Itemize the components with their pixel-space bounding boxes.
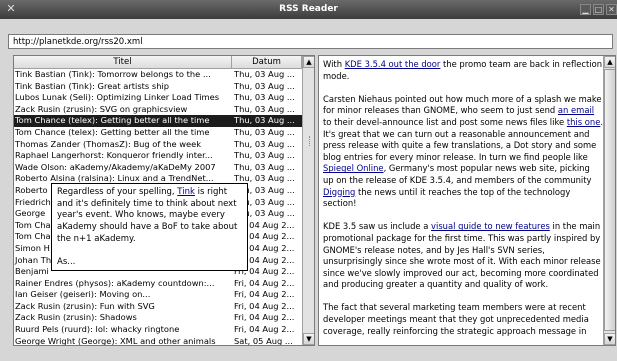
item-title: Rainer Endres (physos): aKademy countdow… — [15, 277, 215, 288]
item-title: Zack Rusin (zrusin): Fun with SVG — [15, 300, 155, 311]
scroll-up-arrow-icon[interactable]: ▲ — [303, 56, 314, 68]
article-paragraph: Carsten Niehaus pointed out how much mor… — [323, 94, 603, 210]
item-title: Ruurd Pels (ruurd): lol: whacky ringtone — [15, 324, 180, 335]
tooltip-footer: As... — [57, 256, 76, 267]
item-title: Tink Bastian (Tink): Tomorrow belongs to… — [15, 69, 211, 79]
column-header-date[interactable]: Datum — [232, 56, 302, 69]
item-date: Thu, 03 Aug ... — [234, 115, 295, 126]
scroll-down-arrow-icon[interactable]: ▼ — [303, 333, 314, 345]
item-title: Thomas Zander (ThomasZ): Bug of the week — [15, 138, 201, 149]
minimize-button[interactable]: ▁ — [580, 4, 591, 15]
splitter-grip-icon[interactable] — [309, 136, 313, 146]
item-date: Sat, 05 Aug ... — [234, 335, 293, 346]
article-link[interactable]: Spiegel Online — [323, 163, 384, 173]
item-tooltip: Regardless of your spelling, Tink is rig… — [51, 183, 248, 271]
list-item[interactable]: Thomas Zander (ThomasZ): Bug of the week… — [14, 139, 302, 151]
list-item[interactable]: Zack Rusin (zrusin): SVG on graphicsview… — [14, 104, 302, 116]
maximize-button[interactable]: □ — [593, 4, 604, 15]
item-title: Tink Bastian (Tink): Great artists ship — [15, 80, 170, 91]
item-date: Thu, 03 Aug ... — [234, 161, 295, 172]
close-button[interactable]: ✕ — [606, 4, 617, 15]
article-content: With KDE 3.5.4 out the door the promo te… — [323, 59, 603, 345]
item-date: Fri, 04 Aug 2... — [234, 312, 295, 323]
article-link[interactable]: KDE 3.5.4 out the door — [345, 59, 441, 69]
item-date: Thu, 03 Aug ... — [234, 103, 295, 114]
article-link[interactable]: visual guide to new features — [431, 221, 550, 231]
list-header: Titel Datum — [14, 56, 302, 69]
column-header-title[interactable]: Titel — [14, 56, 232, 69]
list-item[interactable]: Rainer Endres (physos): aKademy countdow… — [14, 278, 302, 290]
item-title: Zack Rusin (zrusin): SVG on graphicsview — [15, 103, 188, 114]
item-date: Fri, 04 Aug 2... — [234, 300, 295, 311]
list-item[interactable]: Wade Olson: aKademy/Akademy/aKaDeMy 2007… — [14, 162, 302, 174]
article-link[interactable]: this one — [567, 117, 601, 127]
scroll-down-arrow-icon[interactable]: ▼ — [604, 333, 615, 345]
item-title: Ian Geiser (geiseri): Moving on... — [15, 289, 151, 300]
article-text: the news until it reaches the top of the… — [323, 186, 571, 209]
tooltip-text: Regardless of your spelling, — [57, 187, 178, 197]
list-item[interactable]: Ian Geiser (geiseri): Moving on... Fri, 0… — [14, 289, 302, 301]
item-title: Wade Olson: aKademy/Akademy/aKaDeMy 2007 — [15, 161, 216, 172]
list-item[interactable]: Zack Rusin (zrusin): Fun with SVG Fri, 04… — [14, 301, 302, 313]
article-paragraph: KDE 3.5 saw us include a visual guide to… — [323, 221, 603, 291]
list-item[interactable]: Tom Chance (telex): Getting better all t… — [14, 127, 302, 139]
item-date: Fri, 04 Aug 2... — [234, 277, 295, 288]
item-title: George Wright (George): XML and other an… — [15, 335, 216, 346]
list-item[interactable]: Tom Chance (telex): Getting better all t… — [14, 115, 302, 127]
article-link[interactable]: Digging — [323, 187, 355, 197]
list-item[interactable]: Ruurd Pels (ruurd): lol: whacky ringtone… — [14, 324, 302, 336]
item-date: Thu, 03 Aug ... — [234, 138, 295, 149]
list-item[interactable]: Tink Bastian (Tink): Great artists ship T… — [14, 81, 302, 93]
window-titlebar[interactable]: ✕ RSS Reader ▁ □ ✕ — [0, 0, 617, 19]
item-date: Thu, 03 Aug ... — [234, 69, 295, 79]
item-date: Fri, 04 Aug 2... — [234, 324, 295, 335]
item-title: Raphael Langerhorst: Konqueror friendly … — [15, 150, 213, 161]
article-link[interactable]: an email — [558, 105, 594, 115]
list-item[interactable]: George Wright (George): XML and other an… — [14, 335, 302, 346]
item-date: Fri, 04 Aug 2... — [234, 289, 295, 300]
item-title: Zack Rusin (zrusin): Shadows — [15, 312, 137, 323]
item-date: Thu, 03 Aug ... — [234, 150, 295, 161]
tooltip-link: Tink — [177, 187, 195, 197]
article-text: KDE 3.5 saw us include a — [323, 221, 432, 232]
list-item[interactable]: Tink Bastian (Tink): Tomorrow belongs to… — [14, 69, 302, 81]
article-view[interactable]: With KDE 3.5.4 out the door the promo te… — [318, 55, 616, 346]
article-text: in the main promotional package for the … — [323, 221, 601, 290]
article-text: With — [323, 59, 345, 69]
list-item[interactable]: Lubos Lunak (Seli): Optimizing Linker Lo… — [14, 92, 302, 104]
item-date: Thu, 03 Aug ... — [234, 126, 295, 137]
item-title: Tom Chance (telex): Getting better all t… — [15, 126, 210, 137]
item-title: Lubos Lunak (Seli): Optimizing Linker Lo… — [15, 92, 220, 103]
article-scrollbar[interactable]: ▲ ▼ — [603, 56, 615, 345]
article-paragraph: The fact that several marketing team mem… — [323, 302, 589, 336]
item-title: Tom Chance (telex): Getting better all t… — [15, 115, 210, 126]
list-item[interactable]: Zack Rusin (zrusin): Shadows Fri, 04 Aug … — [14, 312, 302, 324]
scroll-up-arrow-icon[interactable]: ▲ — [604, 56, 615, 68]
article-text: to their devel-announce list and post so… — [323, 116, 567, 127]
scroll-thumb[interactable] — [604, 69, 615, 331]
window-title: RSS Reader — [279, 4, 338, 14]
url-input[interactable]: http://planetkde.org/rss20.xml — [8, 34, 613, 49]
item-date: Thu, 03 Aug ... — [234, 80, 295, 91]
list-scrollbar[interactable]: ▲ ▼ — [302, 56, 314, 345]
item-date: Thu, 03 Aug ... — [234, 92, 295, 103]
list-item[interactable]: Raphael Langerhorst: Konqueror friendly … — [14, 150, 302, 162]
article-paragraph: With KDE 3.5.4 out the door the promo te… — [323, 59, 603, 82]
